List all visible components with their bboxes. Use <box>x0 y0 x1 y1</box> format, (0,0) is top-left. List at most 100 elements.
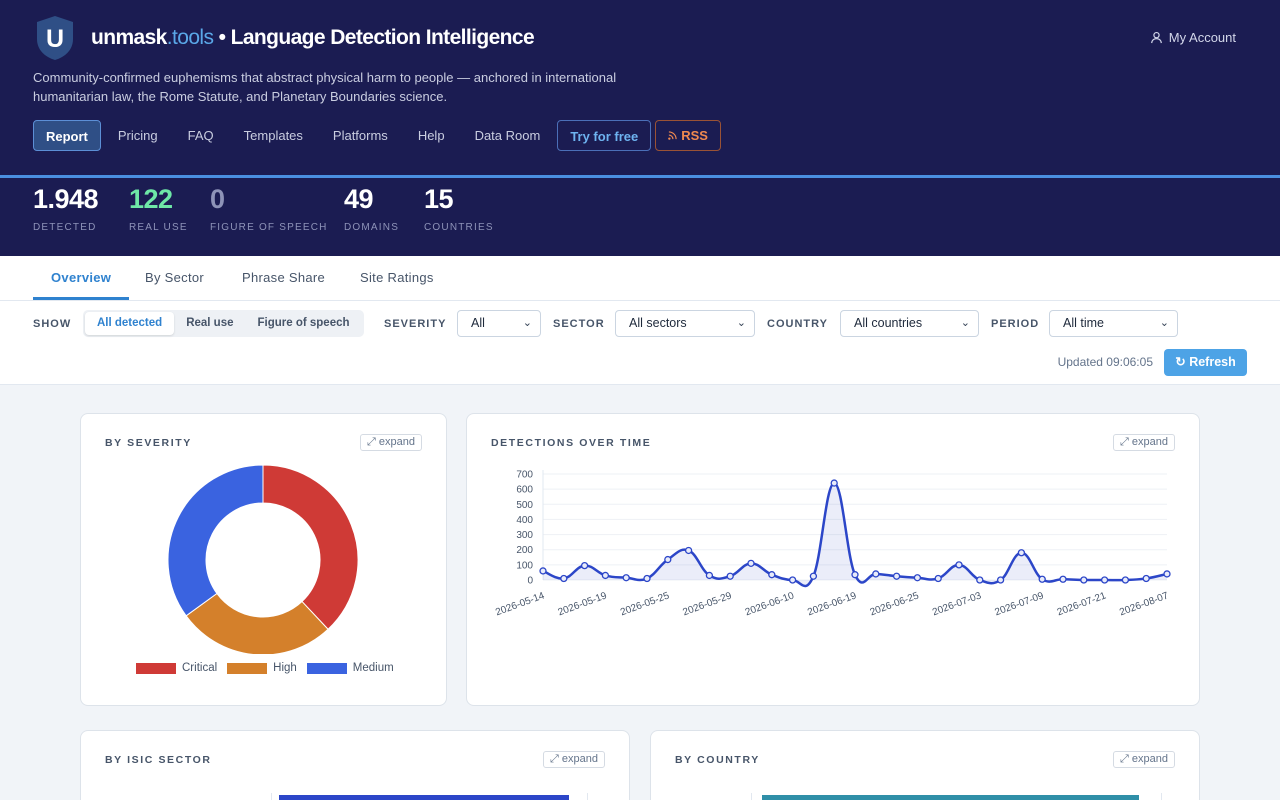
data-point[interactable] <box>726 572 734 580</box>
grid-line <box>587 793 588 800</box>
tab-overview[interactable]: Overview <box>33 256 130 300</box>
nav-help[interactable]: Help <box>403 120 460 151</box>
data-point[interactable] <box>1100 576 1109 584</box>
stats-bar: 1.948 DETECTED 122 REAL USE 0 FIGURE OF … <box>0 178 1280 256</box>
nav-report[interactable]: Report <box>33 120 101 151</box>
data-point[interactable] <box>1080 576 1088 584</box>
brand-subtitle: • Language Detection Intelligence <box>218 26 535 49</box>
data-point[interactable] <box>1017 549 1026 557</box>
legend-swatch <box>136 662 176 674</box>
nav-templates[interactable]: Templates <box>229 120 318 151</box>
nav-pricing[interactable]: Pricing <box>103 120 173 151</box>
try-for-free-button[interactable]: Try for free <box>557 120 652 151</box>
legend-item-critical[interactable]: Critical <box>136 662 217 674</box>
data-point[interactable] <box>934 574 942 583</box>
expand-button[interactable]: ⤢ expand <box>543 751 605 768</box>
data-point[interactable] <box>580 561 589 570</box>
x-tick-label: 2026-07-09 <box>993 590 1045 618</box>
data-point[interactable] <box>892 572 901 580</box>
x-tick-label: 2026-07-03 <box>931 590 983 618</box>
rss-label: RSS <box>681 128 708 143</box>
y-tick-label: 400 <box>516 515 533 526</box>
show-figure-of-speech[interactable]: Figure of speech <box>246 312 362 335</box>
data-point[interactable] <box>643 574 651 583</box>
y-tick-label: 600 <box>516 485 533 496</box>
donut-slice-critical[interactable] <box>262 464 359 630</box>
x-tick-label: 2026-06-25 <box>869 590 921 618</box>
data-point[interactable] <box>1163 570 1171 578</box>
my-account-link[interactable]: My Account <box>1150 30 1236 45</box>
severity-select[interactable]: All ⌄ <box>457 310 541 337</box>
stat-figure-of-speech: 0 FIGURE OF SPEECH <box>210 184 328 233</box>
data-point[interactable] <box>684 546 693 555</box>
header: U unmask.tools • Language Detection Inte… <box>0 0 1280 176</box>
x-tick-label: 2026-07-21 <box>1056 590 1108 618</box>
shield-logo-icon[interactable]: U <box>35 15 75 61</box>
data-point[interactable] <box>1038 575 1046 583</box>
severity-card: BY SEVERITY ⤢ expand Critical High Mediu… <box>80 413 447 706</box>
show-all-detected[interactable]: All detected <box>85 312 175 335</box>
logo-letter: U <box>46 25 64 53</box>
donut-slice-medium[interactable] <box>167 464 264 617</box>
user-icon <box>1150 31 1162 44</box>
rss-button[interactable]: RSS <box>655 120 721 151</box>
nav-faq[interactable]: FAQ <box>173 120 229 151</box>
sector-bar[interactable] <box>279 795 569 800</box>
data-point[interactable] <box>913 574 922 582</box>
data-point[interactable] <box>664 555 672 564</box>
legend-item-high[interactable]: High <box>227 662 297 674</box>
y-tick-label: 100 <box>516 560 533 571</box>
data-point[interactable] <box>788 576 797 584</box>
severity-label: SEVERITY <box>384 318 447 330</box>
stat-countries: 15 COUNTRIES <box>424 184 494 233</box>
x-tick-label: 2026-06-19 <box>806 590 858 618</box>
severity-donut-chart <box>167 464 359 654</box>
axis-line <box>271 793 272 800</box>
period-select[interactable]: All time ⌄ <box>1049 310 1178 337</box>
tab-by-sector[interactable]: By Sector <box>145 256 204 300</box>
isic-sector-card: BY ISIC SECTOR ⤢ expand <box>80 730 630 800</box>
expand-button[interactable]: ⤢ expand <box>1113 751 1175 768</box>
data-point[interactable] <box>872 570 880 578</box>
legend-item-medium[interactable]: Medium <box>306 662 394 674</box>
country-bar[interactable] <box>762 795 1139 800</box>
data-point[interactable] <box>976 576 984 584</box>
data-point[interactable] <box>768 571 776 579</box>
data-point[interactable] <box>851 571 859 579</box>
data-point[interactable] <box>705 571 714 580</box>
data-point[interactable] <box>539 567 547 575</box>
card-title: BY ISIC SECTOR <box>105 754 212 766</box>
data-point[interactable] <box>996 576 1005 584</box>
data-point[interactable] <box>830 479 838 487</box>
card-title: BY COUNTRY <box>675 754 760 766</box>
refresh-button[interactable]: ↻ Refresh <box>1164 349 1247 376</box>
sector-select[interactable]: All sectors ⌄ <box>615 310 755 337</box>
tab-site-ratings[interactable]: Site Ratings <box>360 256 434 300</box>
show-real-use[interactable]: Real use <box>174 312 245 335</box>
brand-title[interactable]: unmask.tools • Language Detection Intell… <box>91 26 535 50</box>
nav-data-room[interactable]: Data Room <box>460 120 556 151</box>
stat-domains: 49 DOMAINS <box>344 184 399 233</box>
show-segmented-control: All detected Real use Figure of speech <box>83 310 364 337</box>
stat-value: 122 <box>129 184 173 214</box>
chevron-down-icon: ⌄ <box>522 317 532 329</box>
tab-phrase-share[interactable]: Phrase Share <box>242 256 325 300</box>
data-point[interactable] <box>622 574 630 582</box>
legend-swatch <box>306 662 347 674</box>
y-tick-label: 500 <box>516 500 533 511</box>
data-point[interactable] <box>601 571 610 580</box>
data-point[interactable] <box>955 561 963 569</box>
country-select[interactable]: All countries ⌄ <box>840 310 979 337</box>
data-point[interactable] <box>1142 574 1150 583</box>
data-point[interactable] <box>560 574 568 583</box>
nav-platforms[interactable]: Platforms <box>318 120 403 151</box>
severity-value: All <box>471 316 485 330</box>
data-point[interactable] <box>1121 576 1130 584</box>
data-point[interactable] <box>747 559 755 567</box>
data-point[interactable] <box>1059 575 1067 583</box>
view-tabs: Overview By Sector Phrase Share Site Rat… <box>0 256 1280 301</box>
rss-icon <box>668 131 677 140</box>
country-card: BY COUNTRY ⤢ expand <box>650 730 1200 800</box>
data-point[interactable] <box>809 572 818 580</box>
show-label: SHOW <box>33 318 72 330</box>
